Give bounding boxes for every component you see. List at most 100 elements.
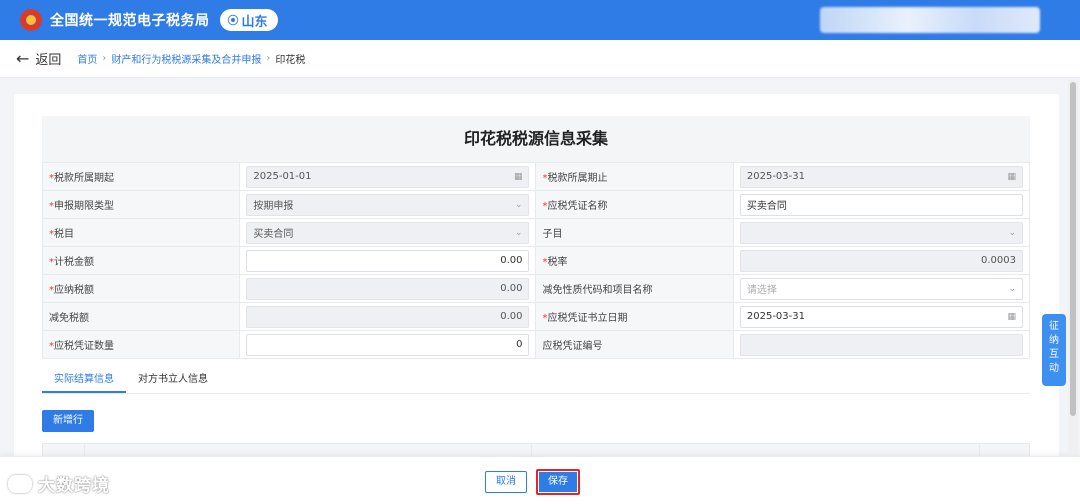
calendar-icon: ▦ — [1007, 171, 1016, 182]
field-label-text: 应纳税额 — [54, 285, 94, 296]
field-label-text: 减免税额 — [49, 313, 89, 324]
field-label: *计税金额 — [41, 246, 241, 275]
field-label: 应税凭证编号 — [535, 330, 734, 359]
text-field[interactable]: 买卖合同 — [739, 193, 1023, 216]
field-value: 按期申报 — [253, 201, 294, 212]
tax-emblem-logo — [20, 9, 42, 31]
number-field: 0.00 — [246, 305, 530, 328]
side-tab-label: 征纳互动 — [1049, 321, 1059, 374]
field-label: 减免税额 — [41, 302, 241, 331]
field-label-text: 税款所属期止 — [547, 173, 608, 184]
arrow-left-icon: ← — [16, 49, 30, 68]
calendar-icon: ▦ — [1007, 311, 1016, 322]
form-row: *计税金额 0.00 *税率 0.0003 — [41, 246, 1031, 275]
form-row: *税目 买卖合同 ⌄ 子目 ⌄ — [41, 218, 1031, 247]
field-label: *申报期限类型 — [41, 190, 241, 219]
field-value: 0.00 — [500, 311, 523, 322]
field-value: 请选择 — [746, 285, 777, 296]
breadcrumb-home[interactable]: 首页 — [77, 51, 97, 66]
field-label-text: 税率 — [547, 257, 568, 268]
breadcrumb-property-tax[interactable]: 财产和行为税税源采集及合并申报 — [111, 51, 261, 66]
date-field: 2025-01-01 ▦ — [246, 165, 530, 188]
field-value: 0.00 — [500, 255, 523, 266]
field-label: *应税凭证书立日期 — [535, 302, 734, 331]
text-field — [739, 333, 1023, 356]
field-label-text: 税目 — [54, 229, 74, 240]
field-value: 0 — [516, 339, 523, 350]
form-row: *税款所属期起 2025-01-01 ▦ *税款所属期止 2025-03-31 ▦ — [41, 162, 1031, 191]
field-label-text: 应税凭证数量 — [54, 341, 114, 352]
field-label: 子目 — [535, 218, 734, 247]
add-row-button[interactable]: 新增行 — [42, 410, 94, 432]
top-header: 全国统一规范电子税务局 ⦿ 山东 — [0, 0, 1080, 40]
field-label-text: 应税凭证编号 — [542, 341, 603, 352]
breadcrumb-bar: ← 返回 首页 › 财产和行为税税源采集及合并申报 › 印花税 — [0, 40, 1080, 78]
chevron-down-icon: ⌄ — [514, 199, 523, 210]
number-field: 0.00 — [246, 277, 530, 300]
user-info-blurred[interactable] — [820, 7, 1040, 33]
form-row: 减免税额 0.00 *应税凭证书立日期 2025-03-31 ▦ — [41, 302, 1031, 331]
field-label-text: 子目 — [542, 229, 563, 240]
field-label: *应税凭证名称 — [535, 190, 734, 219]
number-field[interactable]: 0.00 — [246, 249, 530, 272]
field-label: *税款所属期起 — [41, 162, 241, 191]
field-value: 买卖合同 — [746, 201, 787, 212]
region-label: 山东 — [241, 14, 268, 30]
main-card: 印花税税源信息采集 *税款所属期起 2025-01-01 ▦ *税款所属期止 2025-… — [14, 94, 1059, 474]
tab-bar: 实际结算信息 对方书立人信息 — [42, 366, 1030, 394]
field-label-text: 计税金额 — [54, 257, 94, 268]
form-row: *应税凭证数量 0 应税凭证编号 — [41, 330, 1031, 359]
save-button[interactable]: 保存 — [536, 469, 580, 495]
back-label: 返回 — [35, 53, 62, 68]
location-pin-icon: ⦿ — [227, 14, 239, 27]
breadcrumb-current: 印花税 — [275, 55, 306, 66]
watermark-text: 大数跨境 — [38, 476, 110, 496]
form-title: 印花税税源信息采集 — [42, 116, 1030, 162]
field-value: 0.00 — [500, 283, 523, 294]
footer-action-bar: 大数跨境 取消 保存 — [0, 456, 1080, 504]
number-field[interactable]: 0 — [246, 333, 530, 356]
breadcrumb: 首页 › 财产和行为税税源采集及合并申报 › 印花税 — [77, 51, 305, 66]
chat-bubble-icon — [8, 474, 32, 493]
region-selector[interactable]: ⦿ 山东 — [219, 9, 278, 31]
tab-counterparty-info[interactable]: 对方书立人信息 — [126, 366, 220, 393]
date-field: 2025-03-31 ▦ — [739, 165, 1023, 188]
save-button-label: 保存 — [539, 472, 577, 492]
tab-settlement-info[interactable]: 实际结算信息 — [42, 366, 126, 393]
field-value: 2025-03-31 — [746, 311, 805, 322]
side-interaction-tab[interactable]: 征纳互动 — [1042, 314, 1066, 386]
watermark: 大数跨境 — [8, 471, 110, 496]
chevron-down-icon: ⌄ — [1008, 283, 1016, 294]
chevron-right-icon: › — [266, 53, 271, 64]
field-label-text: 申报期限类型 — [54, 201, 114, 212]
field-label: *应税凭证数量 — [41, 330, 241, 359]
select-field: ⌄ — [739, 221, 1023, 244]
chevron-down-icon: ⌄ — [514, 227, 523, 238]
field-label-text: 应税凭证书立日期 — [547, 313, 628, 324]
field-label-text: 税款所属期起 — [54, 173, 114, 184]
back-button[interactable]: ← 返回 — [16, 49, 61, 68]
field-value: 买卖合同 — [253, 229, 294, 240]
app-title: 全国统一规范电子税务局 — [50, 13, 210, 29]
field-value: 0.0003 — [981, 255, 1016, 266]
scrollbar-thumb[interactable] — [1070, 82, 1076, 416]
form-panel: 印花税税源信息采集 *税款所属期起 2025-01-01 ▦ *税款所属期止 2025-… — [41, 116, 1031, 359]
select-field: 买卖合同 ⌄ — [246, 221, 530, 244]
field-label: *税目 — [41, 218, 241, 247]
form-row: *应纳税额 0.00 减免性质代码和项目名称 请选择 ⌄ — [41, 274, 1031, 303]
cancel-button[interactable]: 取消 — [485, 471, 527, 493]
field-value: 2025-01-01 — [253, 171, 312, 182]
date-field[interactable]: 2025-03-31 ▦ — [739, 305, 1023, 328]
page-scrollbar[interactable] — [1068, 80, 1078, 454]
chevron-down-icon: ⌄ — [1008, 227, 1016, 238]
form-row: *申报期限类型 按期申报 ⌄ *应税凭证名称 买卖合同 — [41, 190, 1031, 219]
select-field: 按期申报 ⌄ — [246, 193, 530, 216]
field-label: *税率 — [535, 246, 734, 275]
field-label: *税款所属期止 — [535, 162, 734, 191]
field-label: 减免性质代码和项目名称 — [535, 274, 734, 303]
field-value: 2025-03-31 — [746, 171, 805, 182]
field-label: *应纳税额 — [41, 274, 241, 303]
select-field[interactable]: 请选择 ⌄ — [739, 277, 1023, 300]
tax-source-form: *税款所属期起 2025-01-01 ▦ *税款所属期止 2025-03-31 ▦ *申报期… — [41, 162, 1031, 359]
field-label-text: 减免性质代码和项目名称 — [542, 285, 653, 296]
